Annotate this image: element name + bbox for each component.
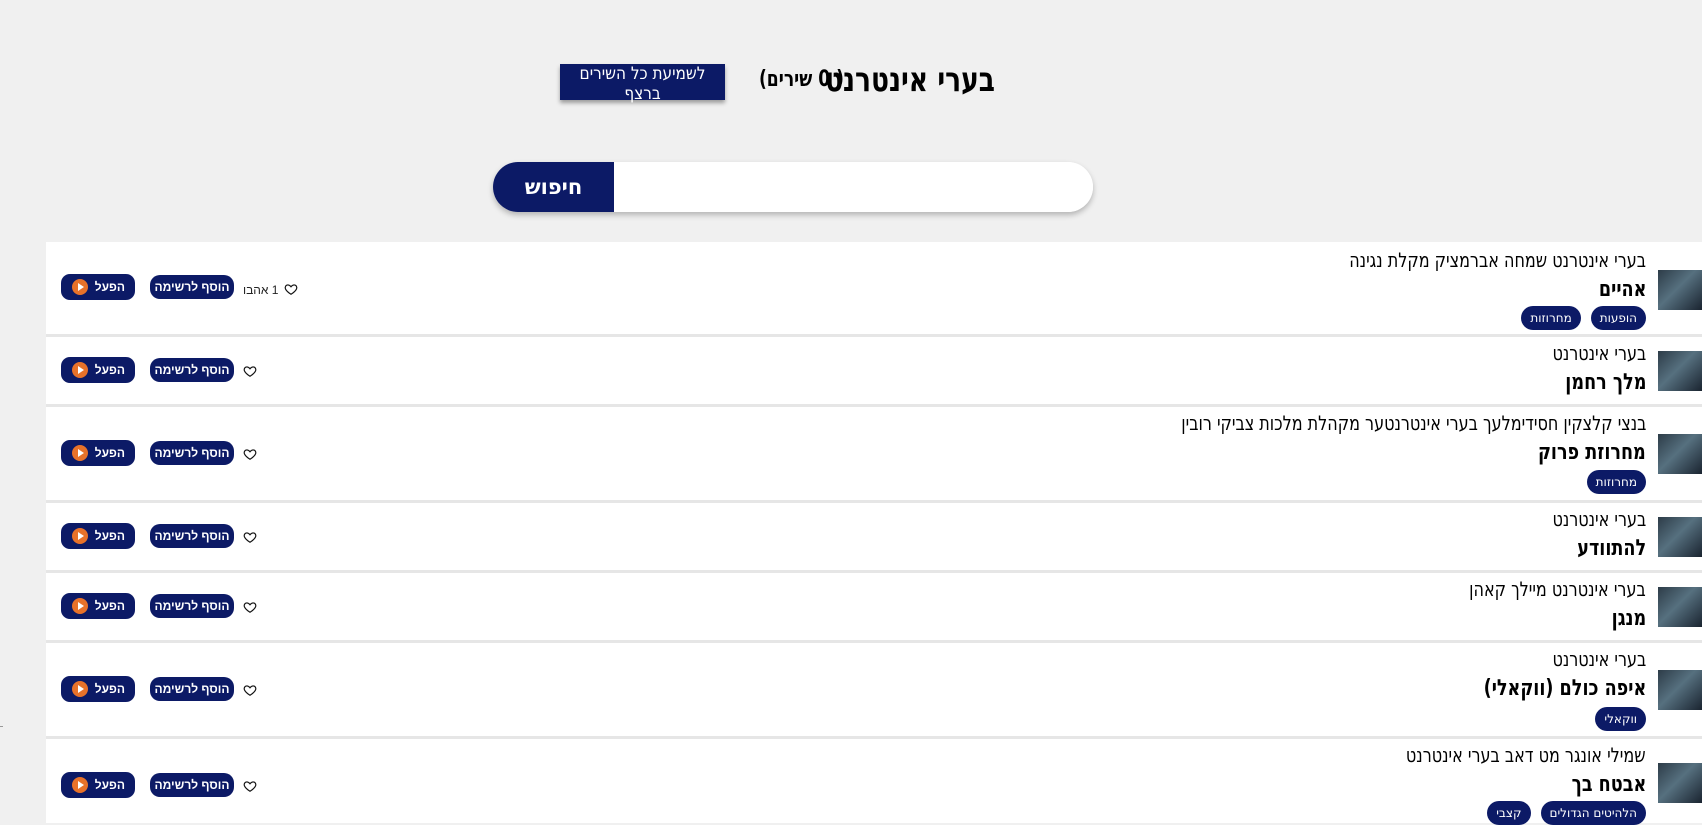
song-title[interactable]: מחרוזת פרוק [1538,440,1646,466]
tag-chip[interactable]: הלהיטים הגדולים [1540,801,1646,825]
play-icon [72,362,88,378]
heart-icon[interactable] [243,530,257,544]
song-title[interactable]: מלך רחמן [1565,370,1646,396]
play-button[interactable]: הפעל [61,523,135,549]
add-to-list-button[interactable]: הוסף לרשימה [150,524,234,548]
song-title[interactable]: להתוודע [1577,536,1646,562]
play-button[interactable]: הפעל [61,772,135,798]
tag-chip[interactable]: הופעות [1590,306,1646,330]
add-to-list-button[interactable]: הוסף לרשימה [150,275,234,299]
add-to-list-button[interactable]: הוסף לרשימה [150,677,234,701]
song-title[interactable]: איפה כולם (ווקאלי) [1483,676,1646,702]
play-button[interactable]: הפעל [61,593,135,619]
song-title[interactable]: מנגן [1611,606,1646,632]
song-count: ( 0 שירים) [759,67,844,92]
play-button-label: הפעל [94,446,125,460]
song-tags: הופעות מחרוזות [1521,306,1646,330]
song-list: בערי אינטרנט שמחה אברמציק מקלת נגינה אהי… [46,242,1702,825]
tag-chip[interactable]: מחרוזות [1586,470,1646,494]
song-title[interactable]: אהיים [1598,277,1646,303]
heart-icon[interactable] [243,364,257,378]
song-artist: בנצי קלצקין חסידימלעך בערי אינטרנטער מקה… [1180,411,1646,435]
play-button-label: הפעל [94,778,125,792]
play-icon [72,777,88,793]
add-to-list-button[interactable]: הוסף לרשימה [150,441,234,465]
song-row: בערי אינטרנט איפה כולם (ווקאלי) ווקאלי ה… [46,643,1702,736]
play-all-button[interactable]: לשמיעת כל השירים ברצף [560,64,725,104]
song-artist: בערי אינטרנט מיילך קאהן [1469,577,1646,601]
likes-count: 1 אהבו [243,283,279,297]
play-icon [72,279,88,295]
play-button[interactable]: הפעל [61,274,135,300]
song-artist: בערי אינטרנט [1552,341,1646,365]
heart-icon[interactable] [243,447,257,461]
song-thumbnail[interactable] [1658,270,1702,310]
tag-chip[interactable]: מחרוזות [1521,306,1581,330]
play-button[interactable]: הפעל [61,357,135,383]
heart-icon[interactable] [243,600,257,614]
play-button-label: הפעל [94,529,125,543]
play-icon [72,445,88,461]
play-button-label: הפעל [94,363,125,377]
heart-icon[interactable] [243,779,257,793]
song-row: בערי אינטרנט מיילך קאהן מנגן הפעל הוסף ל… [46,573,1702,640]
play-icon [72,681,88,697]
song-thumbnail[interactable] [1658,763,1702,803]
song-row: בערי אינטרנט שמחה אברמציק מקלת נגינה אהי… [46,242,1702,334]
song-row: בנצי קלצקין חסידימלעך בערי אינטרנטער מקה… [46,407,1702,500]
edge-marker [0,726,3,727]
add-to-list-button[interactable]: הוסף לרשימה [150,773,234,797]
song-artist: שמילי אונגר מט דאב בערי אינטרנט [1406,743,1646,767]
page-header: בערי אינטרנט ( 0 שירים) לשמיעת כל השירים… [0,58,1702,104]
song-title[interactable]: אבטח בך [1571,772,1646,798]
song-row: בערי אינטרנט להתוודע הפעל הוסף לרשימה [46,503,1702,570]
song-artist: בערי אינטרנט [1552,647,1646,671]
heart-icon[interactable] [243,683,257,697]
heart-icon[interactable] [284,282,298,296]
song-artist: בערי אינטרנט [1552,507,1646,531]
search-bar: חיפוש [493,162,1093,212]
add-to-list-button[interactable]: הוסף לרשימה [150,594,234,618]
song-thumbnail[interactable] [1658,434,1702,474]
play-button-label: הפעל [94,280,125,294]
song-row: שמילי אונגר מט דאב בערי אינטרנט אבטח בך … [46,739,1702,825]
song-tags: מחרוזות [1586,470,1646,494]
search-button[interactable]: חיפוש [493,162,614,212]
search-input[interactable] [614,162,1093,212]
play-icon [72,528,88,544]
song-tags: ווקאלי [1595,707,1646,731]
song-thumbnail[interactable] [1658,670,1702,710]
tag-chip[interactable]: קצבי [1487,801,1531,825]
song-thumbnail[interactable] [1658,587,1702,627]
play-icon [72,598,88,614]
song-artist: בערי אינטרנט שמחה אברמציק מקלת נגינה [1349,248,1646,272]
play-button-label: הפעל [94,682,125,696]
song-row: בערי אינטרנט מלך רחמן הפעל הוסף לרשימה [46,337,1702,404]
add-to-list-button[interactable]: הוסף לרשימה [150,358,234,382]
page-title: בערי אינטרנט [825,60,995,100]
play-button[interactable]: הפעל [61,440,135,466]
song-thumbnail[interactable] [1658,351,1702,391]
song-thumbnail[interactable] [1658,517,1702,557]
song-tags: הלהיטים הגדולים קצבי [1487,801,1646,825]
play-button[interactable]: הפעל [61,676,135,702]
tag-chip[interactable]: ווקאלי [1595,707,1646,731]
play-button-label: הפעל [94,599,125,613]
